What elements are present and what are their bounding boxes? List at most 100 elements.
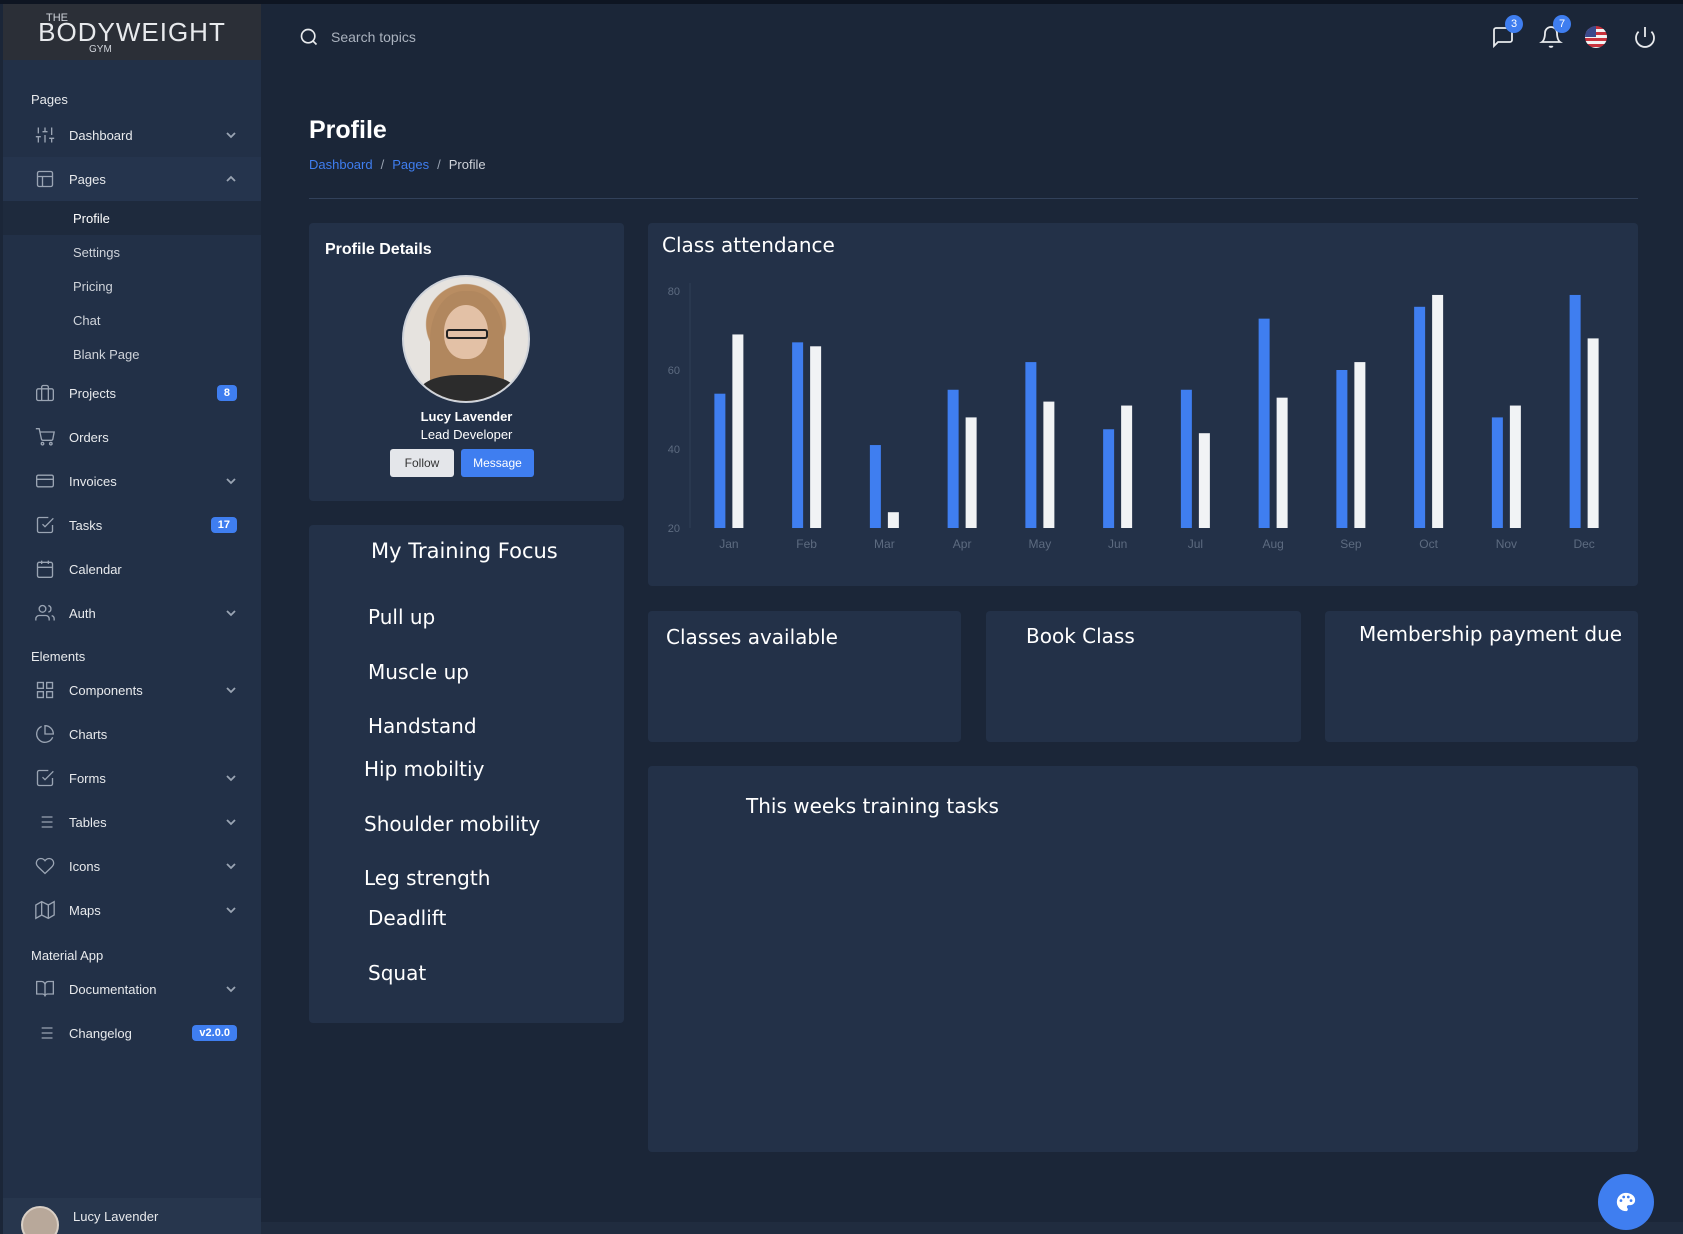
chevron-down-icon bbox=[225, 983, 237, 995]
sidebar-item-calendar[interactable]: Calendar bbox=[3, 547, 261, 591]
sidebar-item-documentation[interactable]: Documentation bbox=[3, 967, 261, 1011]
profile-role: Lead Developer bbox=[420, 427, 513, 442]
message-square-icon bbox=[1491, 27, 1515, 53]
sidebar-subitem-profile[interactable]: Profile bbox=[3, 201, 261, 235]
membership-title: Membership payment due bbox=[1359, 622, 1623, 646]
bar-sep-series-2 bbox=[1354, 362, 1366, 528]
calendar-icon bbox=[33, 559, 57, 579]
bar-may-series-1 bbox=[1025, 362, 1037, 528]
sidebar-item-orders[interactable]: Orders bbox=[3, 415, 261, 459]
check-square-icon bbox=[33, 768, 57, 788]
breadcrumb-dashboard[interactable]: Dashboard bbox=[309, 157, 373, 172]
list-icon bbox=[33, 1023, 57, 1043]
sidebar-item-tables[interactable]: Tables bbox=[3, 800, 261, 844]
sidebar-item-projects[interactable]: Projects 8 bbox=[3, 371, 261, 415]
sidebar-user[interactable]: Lucy Lavender bbox=[3, 1198, 261, 1234]
grid-icon bbox=[33, 680, 57, 700]
profile-card-title: Profile Details bbox=[325, 241, 432, 258]
sidebar-item-label: Maps bbox=[69, 902, 101, 918]
y-tick-label: 20 bbox=[668, 523, 680, 535]
sidebar-item-tasks[interactable]: Tasks 17 bbox=[3, 503, 261, 547]
list-item: Hip mobiltiy bbox=[364, 757, 485, 781]
x-tick-label: Feb bbox=[796, 537, 817, 551]
sliders-icon bbox=[33, 125, 57, 145]
bar-apr-series-1 bbox=[947, 389, 959, 528]
bar-may-series-2 bbox=[1043, 401, 1055, 528]
brand-gym: GYM bbox=[89, 44, 112, 55]
sidebar-item-changelog[interactable]: Changelog v2.0.0 bbox=[3, 1011, 261, 1055]
search-bar[interactable]: Search topics bbox=[287, 27, 416, 47]
sidebar-item-icons[interactable]: Icons bbox=[3, 844, 261, 888]
map-icon bbox=[33, 900, 57, 920]
chevron-down-icon bbox=[225, 860, 237, 872]
sidebar-subitem-blank-page[interactable]: Blank Page bbox=[3, 337, 261, 371]
pie-chart-icon bbox=[33, 724, 57, 744]
classes-available-card[interactable]: Classes available bbox=[648, 611, 961, 742]
sidebar-subitem-settings[interactable]: Settings bbox=[3, 235, 261, 269]
power-icon bbox=[1633, 27, 1657, 53]
chevron-down-icon bbox=[225, 684, 237, 696]
messages-button[interactable]: 3 bbox=[1491, 15, 1523, 49]
breadcrumb-pages[interactable]: Pages bbox=[392, 157, 429, 172]
follow-button[interactable]: Follow bbox=[390, 449, 454, 477]
x-tick-label: Sep bbox=[1340, 537, 1362, 551]
bar-jun-series-2 bbox=[1121, 405, 1133, 528]
sidebar-item-label: Tasks bbox=[69, 517, 103, 533]
topbar: Search topics 3 7 bbox=[261, 4, 1683, 70]
version-badge: v2.0.0 bbox=[192, 1025, 237, 1041]
bar-apr-series-2 bbox=[965, 417, 977, 528]
sidebar-subitem-chat[interactable]: Chat bbox=[3, 303, 261, 337]
x-tick-label: Aug bbox=[1262, 537, 1283, 551]
list-item: Squat bbox=[368, 961, 427, 985]
x-tick-label: May bbox=[1029, 537, 1052, 551]
us-flag-icon bbox=[1585, 26, 1607, 48]
sidebar-item-components[interactable]: Components bbox=[3, 668, 261, 712]
membership-card[interactable]: Membership payment due bbox=[1325, 611, 1638, 742]
sidebar-item-label: Orders bbox=[69, 429, 109, 445]
bar-nov-series-2 bbox=[1509, 405, 1521, 528]
x-tick-label: Dec bbox=[1573, 537, 1594, 551]
bar-mar-series-1 bbox=[869, 445, 881, 528]
bar-oct-series-2 bbox=[1432, 294, 1444, 528]
sidebar-item-charts[interactable]: Charts bbox=[3, 712, 261, 756]
language-button[interactable] bbox=[1585, 25, 1609, 49]
x-tick-label: Apr bbox=[953, 537, 972, 551]
sidebar: THE BODYWEIGHT GYM Pages Dashboard Pages… bbox=[3, 4, 261, 1234]
sidebar-subitem-pricing[interactable]: Pricing bbox=[3, 269, 261, 303]
sidebar-item-label: Tables bbox=[69, 814, 107, 830]
search-input[interactable]: Search topics bbox=[331, 29, 416, 45]
brand-logo[interactable]: THE BODYWEIGHT GYM bbox=[3, 4, 261, 60]
chevron-down-icon bbox=[225, 772, 237, 784]
sidebar-item-label: Projects bbox=[69, 385, 116, 401]
palette-icon bbox=[1615, 1191, 1637, 1213]
sidebar-item-invoices[interactable]: Invoices bbox=[3, 459, 261, 503]
bar-feb-series-2 bbox=[810, 346, 822, 528]
sidebar-item-label: Calendar bbox=[69, 561, 122, 577]
book-class-card[interactable]: Book Class bbox=[986, 611, 1301, 742]
sidebar-item-dashboard[interactable]: Dashboard bbox=[3, 113, 261, 157]
power-button[interactable] bbox=[1633, 25, 1657, 49]
profile-name: Lucy Lavender bbox=[420, 409, 513, 424]
theme-settings-button[interactable] bbox=[1598, 1174, 1654, 1230]
sidebar-item-label: Changelog bbox=[69, 1025, 132, 1041]
book-open-icon bbox=[33, 979, 57, 999]
message-button[interactable]: Message bbox=[461, 449, 534, 477]
bar-nov-series-1 bbox=[1491, 417, 1503, 528]
weekly-tasks-card: This weeks training tasks bbox=[648, 766, 1638, 1152]
credit-card-icon bbox=[33, 471, 57, 491]
sidebar-item-auth[interactable]: Auth bbox=[3, 591, 261, 635]
bar-dec-series-1 bbox=[1569, 294, 1581, 528]
list-item: Muscle up bbox=[368, 660, 469, 684]
training-focus-title: My Training Focus bbox=[371, 539, 558, 563]
check-square-icon bbox=[33, 515, 57, 535]
sidebar-user-name: Lucy Lavender bbox=[73, 1208, 159, 1224]
sidebar-item-forms[interactable]: Forms bbox=[3, 756, 261, 800]
book-class-title: Book Class bbox=[1026, 624, 1135, 648]
x-tick-label: Jan bbox=[719, 537, 738, 551]
notifications-button[interactable]: 7 bbox=[1539, 15, 1571, 49]
page-title: Profile bbox=[309, 116, 387, 144]
sidebar-item-pages[interactable]: Pages bbox=[3, 157, 261, 201]
sidebar-item-label: Charts bbox=[69, 726, 108, 742]
breadcrumb-current: Profile bbox=[448, 157, 486, 172]
sidebar-item-maps[interactable]: Maps bbox=[3, 888, 261, 932]
